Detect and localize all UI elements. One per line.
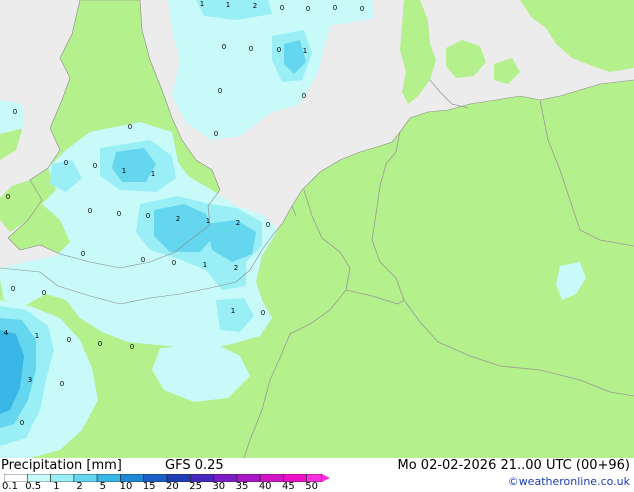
precip-value-label: 0 xyxy=(60,380,64,388)
precip-value-label: 0 xyxy=(360,5,364,13)
precip-value-label: 0 xyxy=(117,210,121,218)
precip-value-label: 0 xyxy=(130,343,134,351)
precip-value-label: 1 xyxy=(35,332,39,340)
precip-value-label: 0 xyxy=(141,256,145,264)
precip-value-label: 0 xyxy=(218,87,222,95)
precip-value-label: 4 xyxy=(4,329,9,337)
precip-value-label: 0 xyxy=(20,419,24,427)
scale-tick-label: 2 xyxy=(76,481,83,492)
scale-tick-label: 35 xyxy=(235,481,249,492)
precip-value-label: 1 xyxy=(231,307,235,315)
precip-value-label: 0 xyxy=(261,309,265,317)
scale-tick-label: 25 xyxy=(189,481,202,492)
precip-value-label: 3 xyxy=(28,376,32,384)
precip-value-label: 0 xyxy=(249,45,253,53)
scale-tick-label: 0.5 xyxy=(25,481,42,492)
forecast-datetime: Mo 02-02-2026 21..00 UTC (00+96) xyxy=(397,458,631,473)
precip-value-label: 0 xyxy=(333,4,337,12)
precip-value-label: 1 xyxy=(200,0,204,8)
precip-value-label: 0 xyxy=(222,43,226,51)
precip-value-label: 0 xyxy=(266,221,270,229)
precip-value-label: 0 xyxy=(277,46,281,54)
precip-value-label: 0 xyxy=(67,336,71,344)
precip-value-label: 1 xyxy=(122,167,126,175)
credit-link[interactable]: ©weatheronline.co.uk xyxy=(508,475,630,489)
precip-value-label: 1 xyxy=(151,170,155,178)
precip-value-label: 0 xyxy=(81,250,85,258)
precip-value-label: 0 xyxy=(214,130,218,138)
precip-value-label: 1 xyxy=(303,47,307,55)
precip-value-label: 0 xyxy=(172,259,176,267)
precip-value-label: 0 xyxy=(6,193,10,201)
precip-scale-ticks: 0.1 0.5 1 2 5 10 15 20 25 30 35 40 45 50 xyxy=(0,482,340,492)
scale-tick-label: 40 xyxy=(258,481,272,492)
scale-tick-label: 50 xyxy=(305,481,318,492)
precip-value-label: 0 xyxy=(93,162,97,170)
precipitation-map: 1 1 2 0 0 0 0 0 0 0 1 0 0 0 0 0 0 0 1 1 0 0 0 0 2 1 2 0 0 0 0 1 2 0 0 1 0 4 1 0… xyxy=(0,0,634,458)
precip-value-label: 1 xyxy=(226,1,230,9)
precip-value-label: 0 xyxy=(13,108,17,116)
precip-value-label: 2 xyxy=(234,264,238,272)
precip-value-label: 0 xyxy=(64,159,68,167)
precip-value-label: 0 xyxy=(11,285,15,293)
scale-tick-label: 0.1 xyxy=(2,481,18,492)
scale-arrow xyxy=(322,474,330,482)
map-title: Precipitation [mm] xyxy=(1,458,122,473)
scale-tick-label: 45 xyxy=(282,481,295,492)
scale-tick-label: 10 xyxy=(119,481,133,492)
precip-value-label: 0 xyxy=(306,5,310,13)
precip-value-label: 0 xyxy=(128,123,132,131)
precip-value-label: 2 xyxy=(176,215,180,223)
precip-value-label: 0 xyxy=(302,92,306,100)
precip-value-label: 0 xyxy=(88,207,92,215)
precip-value-label: 2 xyxy=(236,219,240,227)
precip-value-label: 0 xyxy=(42,289,46,297)
precip-value-label: 0 xyxy=(98,340,102,348)
model-name: GFS 0.25 xyxy=(165,458,224,473)
scale-tick-label: 5 xyxy=(99,481,106,492)
scale-tick-label: 30 xyxy=(212,481,226,492)
precip-value-label: 2 xyxy=(253,2,257,10)
precip-value-label: 1 xyxy=(206,217,210,225)
precip-value-label: 0 xyxy=(280,4,284,12)
precip-value-label: 0 xyxy=(146,212,150,220)
scale-tick-label: 15 xyxy=(142,481,156,492)
precip-value-label: 1 xyxy=(203,261,207,269)
scale-tick-label: 1 xyxy=(53,481,60,492)
scale-tick-label: 20 xyxy=(166,481,179,492)
